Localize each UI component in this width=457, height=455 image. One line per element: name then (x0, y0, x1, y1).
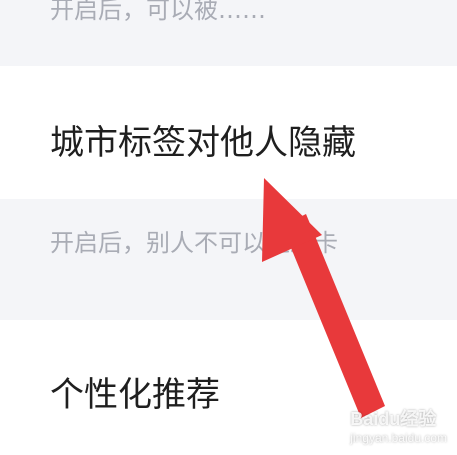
recommendation-label: 个性化推荐 (50, 375, 220, 415)
city-tag-row[interactable]: 城市标签对他人隐藏 (0, 66, 457, 199)
previous-item-description-area: 开启后，可以被…… (0, 0, 457, 66)
baidu-watermark: Baidu经验 jingyan.baidu.com (350, 405, 447, 445)
city-tag-description: 开启后，别人不可以通过卡 (50, 229, 338, 257)
city-tag-label: 城市标签对他人隐藏 (50, 123, 356, 163)
baidu-watermark-url: jingyan.baidu.com (350, 431, 447, 445)
baidu-watermark-brand: Baidu经验 (350, 409, 437, 429)
previous-item-description: 开启后，可以被…… (50, 0, 266, 24)
city-tag-description-area: 开启后，别人不可以通过卡 (0, 199, 457, 320)
